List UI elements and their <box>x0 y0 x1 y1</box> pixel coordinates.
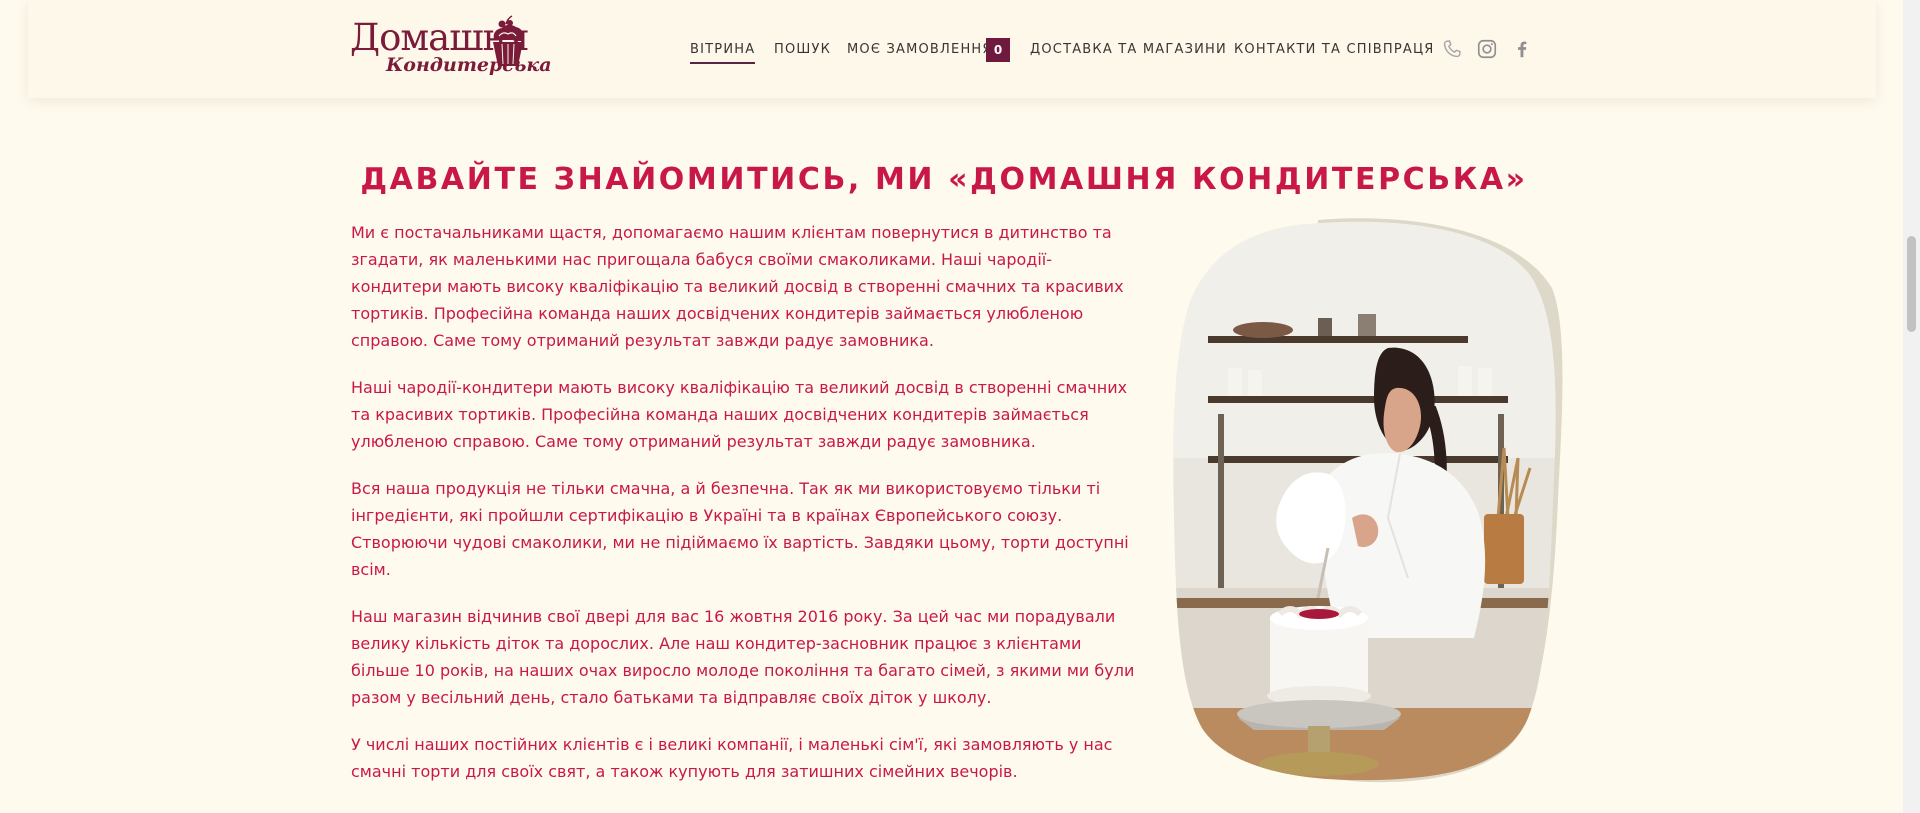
logo-word-2: Кондитерська <box>386 54 552 76</box>
instagram-icon[interactable] <box>1476 38 1498 60</box>
nav-item-search[interactable]: ПОШУК <box>774 42 831 57</box>
paragraph-1: Ми є постачальниками щастя, допомагаємо … <box>351 223 1124 350</box>
facebook-icon[interactable] <box>1511 38 1533 60</box>
about-text: Ми є постачальниками щастя, допомагаємо … <box>351 219 1136 805</box>
paragraph-5: У числі наших постійних клієнтів є і вел… <box>351 735 1113 781</box>
nav-item-showcase[interactable]: ВІТРИНА <box>690 42 756 64</box>
confectioner-photo <box>1173 218 1563 783</box>
nav-item-delivery[interactable]: ДОСТАВКА ТА МАГАЗИНИ <box>1030 42 1227 57</box>
cupcake-icon <box>493 15 523 66</box>
page-title: ДАВАЙТЕ ЗНАЙОМИТИСЬ, МИ «ДОМАШНЯ КОНДИТЕ… <box>360 162 1528 198</box>
scrollbar-thumb[interactable] <box>1907 236 1916 332</box>
nav-item-contacts[interactable]: КОНТАКТИ ТА СПІВПРАЦЯ <box>1234 42 1435 57</box>
site-logo[interactable]: Домашня Кондитерська <box>350 14 552 86</box>
cart-count-badge[interactable]: 0 <box>986 38 1010 62</box>
scrollbar[interactable] <box>1903 0 1920 813</box>
nav-item-my-order[interactable]: МОЄ ЗАМОВЛЕННЯ <box>847 42 993 57</box>
paragraph-4: Наш магазин відчинив свої двері для вас … <box>351 607 1135 707</box>
paragraph-2: Наші чародії-кондитери мають високу квал… <box>351 378 1128 451</box>
phone-icon[interactable] <box>1441 38 1463 60</box>
paragraph-3: Вся наша продукція не тільки смачна, а й… <box>351 479 1129 579</box>
